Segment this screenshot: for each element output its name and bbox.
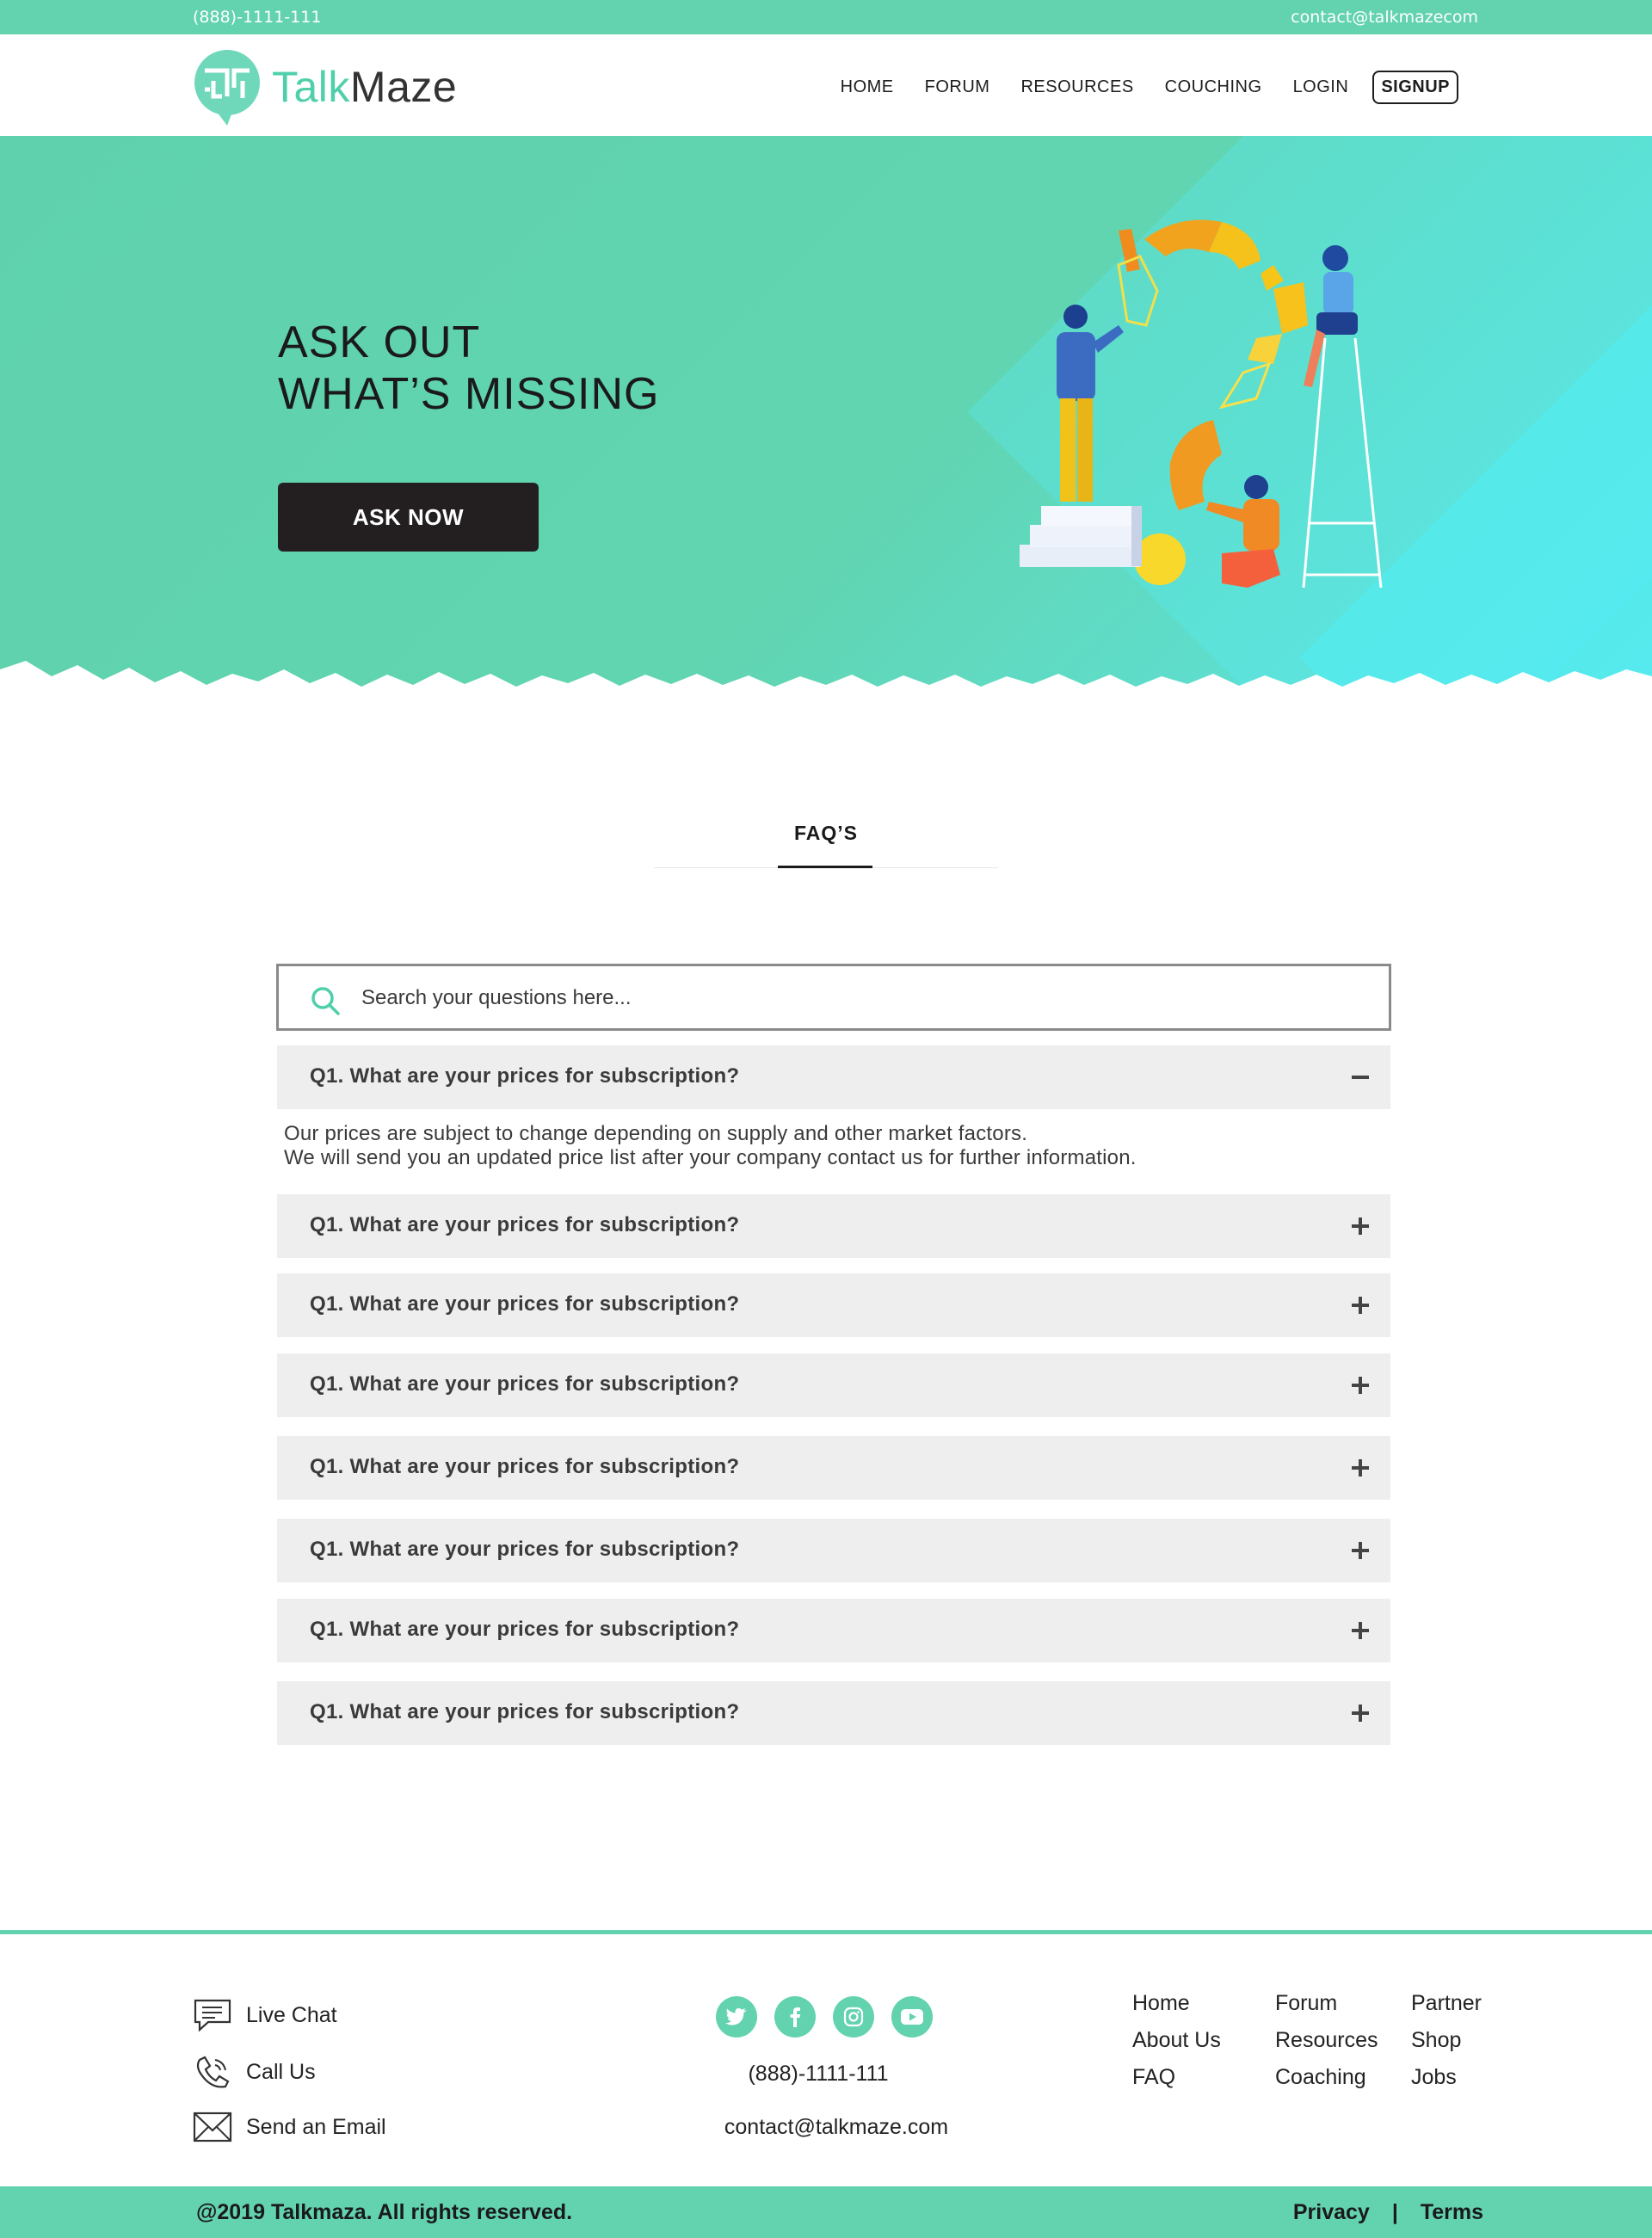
site-header: TalkMaze HOME FORUM RESOURCES COUCHING L… <box>0 34 1652 136</box>
ask-now-button[interactable]: ASK NOW <box>278 483 539 552</box>
faq-item[interactable]: Q1. What are your prices for subscriptio… <box>277 1599 1390 1662</box>
top-bar: (888)-1111-111 contact@talkmazecom <box>0 0 1652 34</box>
plus-icon[interactable] <box>1349 1457 1372 1479</box>
plus-icon[interactable] <box>1349 1539 1372 1562</box>
copyright-text: @2019 Talkmaza. All rights reserved. <box>196 2200 573 2224</box>
hero-title: ASK OUT WHAT’S MISSING <box>278 318 660 419</box>
terms-link[interactable]: Terms <box>1421 2200 1483 2225</box>
plus-icon[interactable] <box>1349 1294 1372 1316</box>
footer-link-coaching[interactable]: Coaching <box>1275 2065 1366 2090</box>
faq-tab[interactable]: FAQ’S <box>0 822 1652 845</box>
faq-item[interactable]: Q1. What are your prices for subscriptio… <box>277 1353 1390 1417</box>
live-chat-link[interactable]: Live Chat <box>193 1998 337 2032</box>
plus-icon[interactable] <box>1349 1374 1372 1396</box>
faq-item[interactable]: Q1. What are your prices for subscriptio… <box>277 1436 1390 1500</box>
nav-login[interactable]: LOGIN <box>1293 77 1349 97</box>
chat-icon <box>194 1999 231 2032</box>
plus-icon[interactable] <box>1349 1215 1372 1237</box>
faq-question: Q1. What are your prices for subscriptio… <box>310 1618 740 1641</box>
faq-item[interactable]: Q1. What are your prices for subscriptio… <box>277 1273 1390 1337</box>
faq-item[interactable]: Q1. What are your prices for subscriptio… <box>277 1194 1390 1258</box>
search-icon <box>311 987 340 1015</box>
footer-link-partner[interactable]: Partner <box>1411 1991 1482 2016</box>
footer-link-forum[interactable]: Forum <box>1275 1991 1337 2016</box>
footer-link-home[interactable]: Home <box>1132 1991 1190 2016</box>
faq-question: Q1. What are your prices for subscriptio… <box>310 1213 740 1236</box>
main-nav: HOME FORUM RESOURCES COUCHING LOGIN SIGN… <box>810 71 1458 104</box>
faq-answer: Our prices are subject to change dependi… <box>284 1122 1137 1169</box>
top-phone[interactable]: (888)-1111-111 <box>193 8 321 27</box>
youtube-icon[interactable] <box>891 1996 933 2038</box>
faq-item[interactable]: Q1. What are your prices for subscriptio… <box>277 1681 1390 1745</box>
faq-search-box <box>276 964 1391 1031</box>
facebook-icon[interactable] <box>774 1996 816 2038</box>
faq-question: Q1. What are your prices for subscriptio… <box>310 1538 740 1561</box>
instagram-icon[interactable] <box>833 1996 874 2038</box>
footer-link-faq[interactable]: FAQ <box>1132 2065 1175 2090</box>
nav-resources[interactable]: RESOURCES <box>1020 77 1133 97</box>
logo-text: TalkMaze <box>272 63 458 111</box>
minus-icon[interactable] <box>1349 1066 1372 1088</box>
footer-phone[interactable]: (888)-1111-111 <box>0 2062 1637 2087</box>
legal-links: Privacy | Terms <box>1293 2200 1483 2225</box>
footer-top-rule <box>0 1930 1652 1934</box>
faq-question: Q1. What are your prices for subscriptio… <box>310 1455 740 1478</box>
faq-tab-underline <box>778 866 872 868</box>
social-links <box>716 1996 933 2038</box>
nav-forum[interactable]: FORUM <box>925 77 990 97</box>
faq-question: Q1. What are your prices for subscriptio… <box>310 1700 740 1723</box>
twitter-icon[interactable] <box>716 1996 757 2038</box>
faq-item[interactable]: Q1. What are your prices for subscriptio… <box>277 1045 1390 1109</box>
nav-home[interactable]: HOME <box>841 77 894 97</box>
logo-icon <box>194 50 260 126</box>
hero-banner: ASK OUT WHAT’S MISSING ASK NOW <box>0 136 1652 704</box>
torn-edge-divider <box>0 661 1652 704</box>
footer-email[interactable]: contact@talkmaze.com <box>0 2115 1652 2140</box>
faq-search-input[interactable] <box>361 982 1351 1014</box>
plus-icon[interactable] <box>1349 1619 1372 1642</box>
footer-link-shop[interactable]: Shop <box>1411 2028 1461 2053</box>
faq-question: Q1. What are your prices for subscriptio… <box>310 1064 740 1088</box>
top-email[interactable]: contact@talkmazecom <box>1291 8 1478 27</box>
footer-link-about-us[interactable]: About Us <box>1132 2028 1221 2053</box>
legal-separator: | <box>1391 2200 1398 2224</box>
faq-question: Q1. What are your prices for subscriptio… <box>310 1372 740 1396</box>
plus-icon[interactable] <box>1349 1702 1372 1724</box>
privacy-link[interactable]: Privacy <box>1293 2200 1370 2225</box>
faq-item[interactable]: Q1. What are your prices for subscriptio… <box>277 1519 1390 1582</box>
nav-couching[interactable]: COUCHING <box>1165 77 1262 97</box>
live-chat-label: Live Chat <box>246 2002 337 2027</box>
footer-link-resources[interactable]: Resources <box>1275 2028 1378 2053</box>
logo[interactable]: TalkMaze <box>193 48 457 126</box>
copyright-bar: @2019 Talkmaza. All rights reserved. Pri… <box>0 2186 1652 2238</box>
footer-link-jobs[interactable]: Jobs <box>1411 2065 1457 2090</box>
question-mark-illustration <box>1020 219 1383 589</box>
faq-question: Q1. What are your prices for subscriptio… <box>310 1292 740 1316</box>
nav-signup-button[interactable]: SIGNUP <box>1372 71 1458 104</box>
